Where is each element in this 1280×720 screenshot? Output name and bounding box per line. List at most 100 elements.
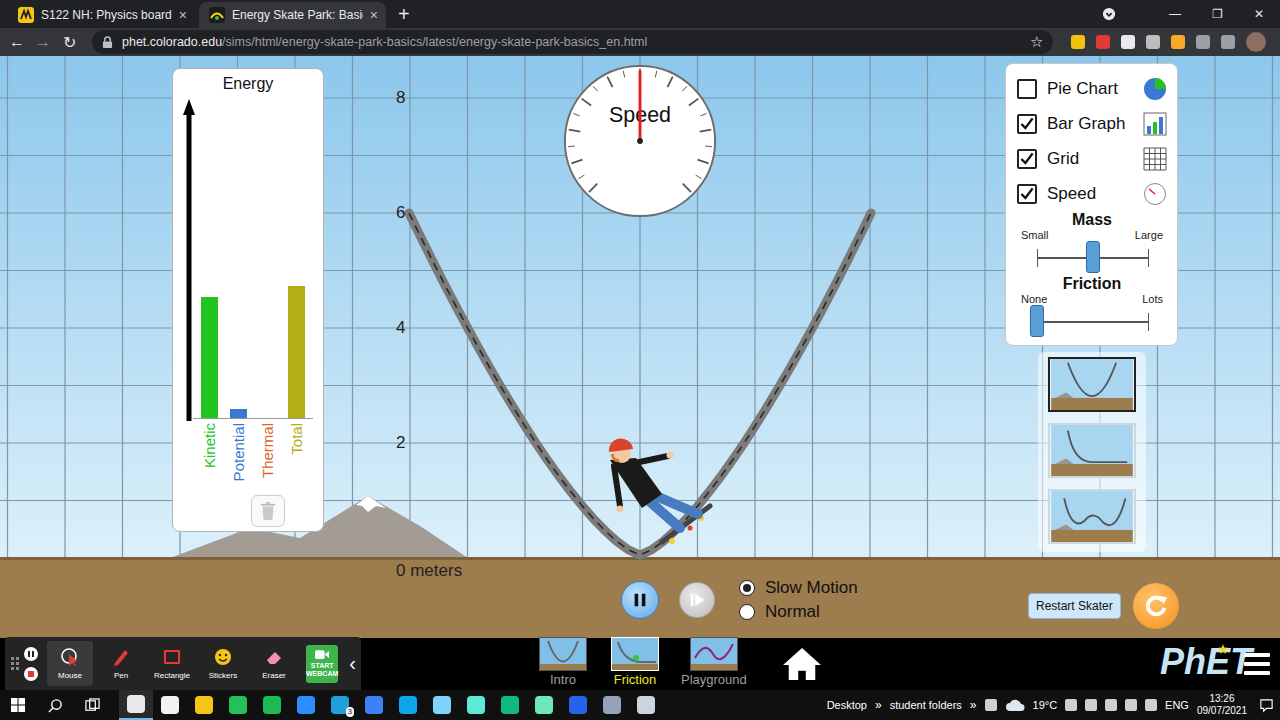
radio-button[interactable] <box>739 580 755 596</box>
slider-track[interactable] <box>1037 241 1149 275</box>
play-pause-button[interactable] <box>621 581 659 619</box>
annotation-tool[interactable]: Rectangle <box>149 641 195 686</box>
search-icon[interactable] <box>48 698 63 713</box>
taskbar-app[interactable] <box>425 690 459 720</box>
checkbox[interactable] <box>1017 184 1037 204</box>
weather-temperature[interactable]: 19°C <box>1033 699 1058 711</box>
phet-logo[interactable]: PhET <box>1160 642 1228 682</box>
people-icon[interactable] <box>985 699 997 711</box>
screen-tab[interactable]: Friction <box>609 637 661 690</box>
taskbar-app[interactable]: 3 <box>323 690 357 720</box>
track-option[interactable] <box>1048 489 1136 544</box>
window-control-button[interactable]: ❐ <box>1196 7 1238 21</box>
taskbar-app[interactable] <box>187 690 221 720</box>
network-icon[interactable] <box>1085 699 1097 711</box>
tab-close-button[interactable]: × <box>179 7 187 23</box>
extension-icon[interactable] <box>1096 35 1110 49</box>
track-option[interactable] <box>1048 357 1136 412</box>
taskbar-app[interactable] <box>561 690 595 720</box>
pause-recording-icon[interactable] <box>24 647 38 661</box>
home-icon[interactable] <box>781 646 823 682</box>
tab-close-button[interactable]: × <box>370 7 378 23</box>
extension-icon[interactable] <box>1146 35 1160 49</box>
window-control-button[interactable]: ✕ <box>1238 7 1280 21</box>
annotation-tool[interactable]: Pen <box>98 641 144 686</box>
menu-icon[interactable] <box>1244 653 1270 675</box>
speed-mode-option[interactable]: Slow Motion <box>739 578 858 598</box>
checkbox[interactable] <box>1017 79 1037 99</box>
taskbar-toolbar[interactable]: student folders» <box>890 698 977 712</box>
slider-thumb[interactable] <box>1086 241 1100 273</box>
puzzle-icon[interactable] <box>1196 35 1210 49</box>
screen-tab[interactable]: Intro <box>537 637 589 690</box>
speed-mode-option[interactable]: Normal <box>739 602 858 622</box>
taskbar-toolbar[interactable]: Desktop» <box>827 698 882 712</box>
taskbar-app[interactable] <box>357 690 391 720</box>
windows-start-icon[interactable] <box>11 698 25 712</box>
volume-icon[interactable] <box>1125 699 1137 711</box>
annotation-tool[interactable]: Stickers <box>200 641 246 686</box>
bluetooth-icon[interactable] <box>1105 699 1117 711</box>
bookmark-button[interactable]: ☆ <box>1022 33 1043 51</box>
input-language[interactable]: ENG <box>1165 699 1189 711</box>
taskbar-app[interactable] <box>289 690 323 720</box>
reset-all-button[interactable] <box>1133 583 1179 629</box>
browser-tab[interactable]: Energy Skate Park: Basics 1.1.20× <box>199 2 386 28</box>
step-button[interactable] <box>679 582 715 618</box>
annotation-tool[interactable]: Eraser <box>251 641 297 686</box>
option-row[interactable]: Bar Graph <box>1017 106 1167 141</box>
slider-track[interactable] <box>1037 305 1149 339</box>
new-tab-button[interactable]: + <box>398 2 410 28</box>
clock[interactable]: 13:2609/07/2021 <box>1197 693 1247 717</box>
taskbar-app[interactable] <box>493 690 527 720</box>
annotation-tool[interactable]: Mouse <box>47 641 93 686</box>
taskbar-app[interactable] <box>527 690 561 720</box>
address-bar[interactable]: phet.colorado.edu/sims/html/energy-skate… <box>92 30 1053 54</box>
checkbox[interactable] <box>1017 149 1037 169</box>
taskbar-app[interactable] <box>391 690 425 720</box>
energy-bar-graph: EnergyKineticPotentialThermalTotal <box>172 68 324 532</box>
nav-button[interactable]: ↻ <box>58 33 80 52</box>
track-option[interactable] <box>1048 423 1136 478</box>
clear-thermal-button[interactable] <box>251 495 285 527</box>
skater[interactable] <box>609 438 710 544</box>
stop-recording-icon[interactable] <box>24 667 38 681</box>
tray-expand-icon[interactable] <box>1065 699 1077 711</box>
taskbar-app[interactable] <box>119 690 153 720</box>
nav-button[interactable]: → <box>32 33 54 51</box>
nav-button[interactable]: ← <box>6 33 28 51</box>
energy-bar <box>201 297 218 419</box>
collapse-toolbar-button[interactable]: ‹ <box>349 652 356 675</box>
radio-button[interactable] <box>739 604 755 620</box>
option-row[interactable]: Grid <box>1017 141 1167 176</box>
option-row[interactable]: Speed <box>1017 176 1167 211</box>
taskbar-app[interactable] <box>595 690 629 720</box>
extension-icon[interactable] <box>1121 35 1135 49</box>
profile-icon[interactable] <box>1102 7 1116 21</box>
toolbar-more[interactable]: » <box>875 698 882 712</box>
weather-cloud-icon[interactable] <box>1005 698 1025 712</box>
taskbar-app[interactable] <box>629 690 663 720</box>
taskbar-app[interactable] <box>459 690 493 720</box>
task-view-icon[interactable] <box>85 698 100 713</box>
drag-handle-icon[interactable] <box>11 657 19 670</box>
browser-tab[interactable]: S122 NH: Physics board, Online V× <box>8 2 195 28</box>
option-row[interactable]: Pie Chart <box>1017 71 1167 106</box>
screen-tab[interactable]: Playground <box>681 637 747 690</box>
extension-icon[interactable] <box>1071 35 1085 49</box>
taskbar-app[interactable] <box>153 690 187 720</box>
notification-icon[interactable] <box>1259 698 1274 713</box>
toolbar-more[interactable]: » <box>970 698 977 712</box>
start-webcam-button[interactable]: START WEBCAM <box>306 645 338 683</box>
avatar-icon[interactable] <box>1246 32 1266 52</box>
restart-skater-button[interactable]: Restart Skater <box>1028 593 1121 619</box>
checkbox[interactable] <box>1017 114 1037 134</box>
battery-icon[interactable] <box>1145 699 1157 711</box>
taskbar-app[interactable] <box>221 690 255 720</box>
track[interactable] <box>409 213 871 555</box>
extension-icon[interactable] <box>1171 35 1185 49</box>
taskbar-app[interactable] <box>255 690 289 720</box>
cast-icon[interactable] <box>1221 35 1235 49</box>
window-control-button[interactable]: — <box>1154 7 1196 21</box>
slider-thumb[interactable] <box>1030 305 1044 337</box>
